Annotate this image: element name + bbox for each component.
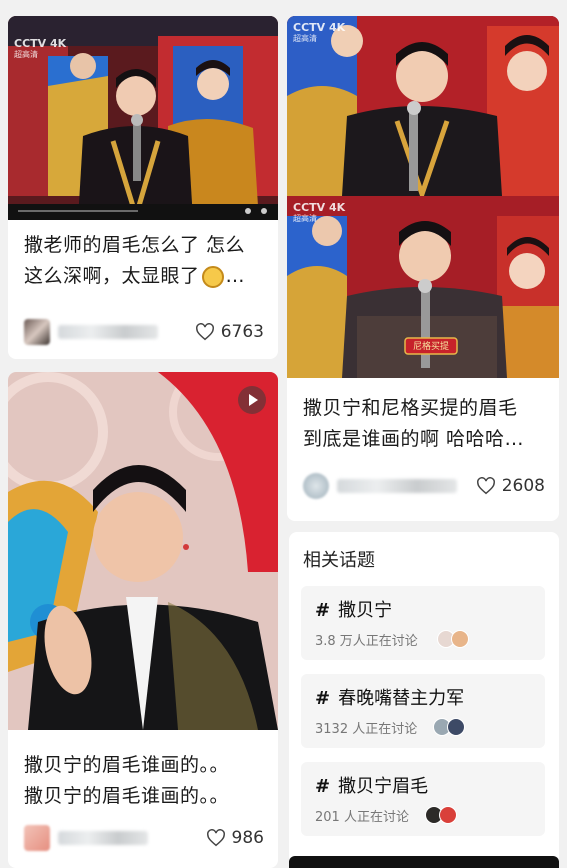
- like-count: 986: [231, 828, 264, 848]
- topic-discussing: 3132 人正在讨论: [315, 722, 418, 737]
- heart-outline-icon: [195, 323, 214, 341]
- post-image[interactable]: CCTV 4K 超高清 CCTV 4K 超高清 尼格买提: [287, 16, 559, 378]
- topic-item[interactable]: # 春晚嘴替主力军 3132 人正在讨论: [301, 674, 545, 748]
- play-triangle: [249, 394, 258, 406]
- emoji-face-icon: [201, 265, 224, 288]
- bottom-video-strip: [289, 856, 559, 868]
- topic-discussing: 201 人正在讨论: [315, 810, 409, 825]
- cctv-sub-text: 超高清: [293, 214, 317, 223]
- author-name-blurred[interactable]: [58, 325, 158, 339]
- post-title[interactable]: 撒老师的眉毛怎么了 怎么 这么深啊，太显眼了…: [24, 230, 266, 292]
- topic-name: 撒贝宁: [338, 600, 393, 621]
- cctv-logo: CCTV 4K 超高清: [293, 22, 345, 44]
- participant-avatar: [451, 630, 469, 648]
- cctv-sub-text: 超高清: [14, 50, 38, 59]
- post-title-line: 撒老师的眉毛怎么了 怎么: [24, 234, 246, 256]
- related-topics-panel: 相关话题 # 撒贝宁 3.8 万人正在讨论 # 春晚嘴替主力军 3132 人正在讨论…: [289, 532, 559, 868]
- post-title-line: 撒贝宁的眉毛谁画的。。: [24, 785, 230, 807]
- post-card[interactable]: 撒贝宁的眉毛谁画的。。 撒贝宁的眉毛谁画的。。 986: [8, 372, 278, 868]
- topic-item[interactable]: # 撒贝宁 3.8 万人正在讨论: [301, 586, 545, 660]
- name-caption-badge: 尼格买提: [412, 342, 449, 352]
- heart-outline-icon: [476, 477, 495, 495]
- post-meta: 6763: [24, 318, 264, 346]
- topic-title: # 春晚嘴替主力军: [315, 684, 464, 710]
- topic-discussing: 3.8 万人正在讨论: [315, 634, 418, 649]
- like-button[interactable]: 2608: [476, 476, 545, 496]
- post-title[interactable]: 撒贝宁的眉毛谁画的。。 撒贝宁的眉毛谁画的。。: [24, 750, 266, 812]
- hashtag-icon: #: [315, 600, 331, 621]
- topic-title: # 撒贝宁眉毛: [315, 772, 428, 798]
- avatar[interactable]: [24, 825, 50, 851]
- topic-name: 撒贝宁眉毛: [338, 776, 429, 797]
- avatar[interactable]: [303, 473, 329, 499]
- post-title-line: 撒贝宁的眉毛谁画的。。: [24, 754, 230, 776]
- post-image[interactable]: CCTV 4K 超高清: [8, 16, 278, 220]
- post-card[interactable]: CCTV 4K 超高清 撒老师的眉毛怎么了 怎么 这么深啊，太显眼了… 6763: [8, 16, 278, 359]
- author-name-blurred[interactable]: [337, 479, 457, 493]
- participant-avatar: [439, 806, 457, 824]
- like-count: 6763: [220, 322, 264, 342]
- play-icon[interactable]: [238, 386, 266, 414]
- like-button[interactable]: 6763: [195, 322, 264, 342]
- topic-item[interactable]: # 撒贝宁眉毛 201 人正在讨论: [301, 762, 545, 836]
- post-meta: 986: [24, 824, 264, 852]
- participant-avatar: [447, 718, 465, 736]
- like-button[interactable]: 986: [206, 828, 264, 848]
- post-title-line: 到底是谁画的啊 哈哈哈…: [303, 428, 525, 450]
- post-title[interactable]: 撒贝宁和尼格买提的眉毛 到底是谁画的啊 哈哈哈…: [303, 393, 547, 455]
- cctv-logo: CCTV 4K 超高清: [14, 38, 66, 60]
- post-card[interactable]: CCTV 4K 超高清 CCTV 4K 超高清 尼格买提 撒贝宁和尼格买提的眉毛 到…: [287, 16, 559, 521]
- waterfall-feed: CCTV 4K超高清 撒老师的眉毛怎么了 怎么 这么深啊，太显眼了… 6763: [0, 0, 567, 868]
- cctv-logo: CCTV 4K 超高清: [293, 202, 345, 224]
- hashtag-icon: #: [315, 776, 331, 797]
- post-title-text: 这么深啊，太显眼了: [24, 265, 200, 287]
- author-name-blurred[interactable]: [58, 831, 148, 845]
- stage-photo: [8, 372, 278, 730]
- like-count: 2608: [501, 476, 545, 496]
- heart-outline-icon: [206, 829, 225, 847]
- related-topics-heading: 相关话题: [303, 550, 375, 571]
- topic-name: 春晚嘴替主力军: [338, 688, 465, 709]
- avatar[interactable]: [24, 319, 50, 345]
- post-meta: 2608: [303, 472, 545, 500]
- cctv-sub-text: 超高清: [293, 34, 317, 43]
- post-title-line: 撒贝宁和尼格买提的眉毛: [303, 397, 518, 419]
- post-video-thumbnail[interactable]: [8, 372, 278, 730]
- stage-photo: [287, 16, 559, 378]
- post-title-line: 这么深啊，太显眼了…: [24, 265, 246, 288]
- hashtag-icon: #: [315, 688, 331, 709]
- topic-title: # 撒贝宁: [315, 596, 392, 622]
